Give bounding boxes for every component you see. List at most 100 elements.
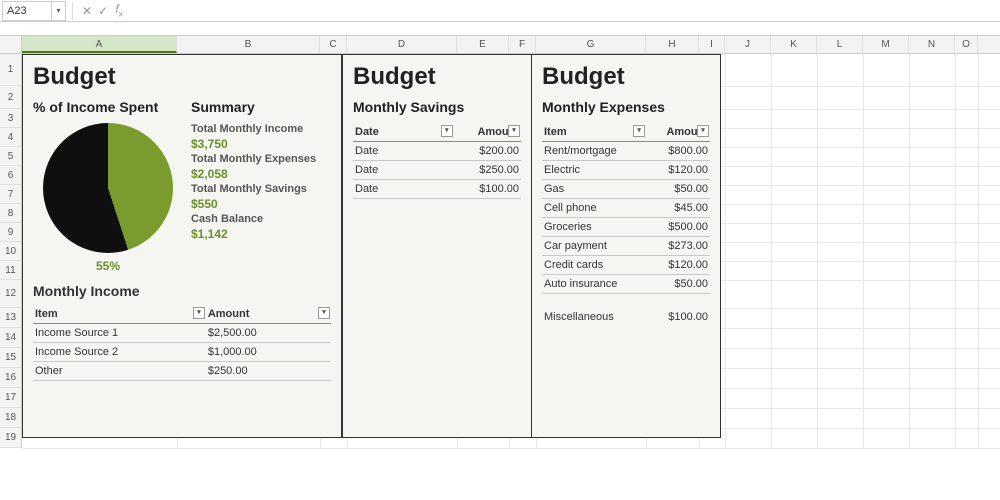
- col-amount[interactable]: Amount▾: [206, 305, 331, 324]
- col-header-D[interactable]: D: [347, 36, 457, 53]
- col-amount[interactable]: Amount▾: [646, 123, 710, 142]
- table-row[interactable]: Rent/mortgage$800.00: [542, 142, 710, 161]
- expenses-table: Item▾ Amount▾ Rent/mortgage$800.00Electr…: [542, 123, 710, 294]
- cell-date: Date: [353, 161, 454, 180]
- col-amount[interactable]: Amount▾: [454, 123, 521, 142]
- row-header-9[interactable]: 9: [0, 223, 21, 242]
- filter-icon[interactable]: ▾: [193, 307, 205, 319]
- table-row[interactable]: Auto insurance$50.00: [542, 275, 710, 294]
- table-row[interactable]: Date$200.00: [353, 142, 521, 161]
- filter-icon[interactable]: ▾: [318, 307, 330, 319]
- col-header-K[interactable]: K: [771, 36, 817, 53]
- col-header-L[interactable]: L: [817, 36, 863, 53]
- summary-value: $3,750: [191, 137, 331, 151]
- cell-item: Credit cards: [542, 256, 646, 275]
- select-all-corner[interactable]: [0, 36, 22, 53]
- cell-date: Date: [353, 142, 454, 161]
- col-header-A[interactable]: A: [22, 36, 177, 53]
- row-header-1[interactable]: 1: [0, 54, 21, 86]
- cell-item: Income Source 2: [33, 343, 206, 362]
- savings-header: Monthly Savings: [353, 99, 521, 115]
- name-box[interactable]: A23: [2, 1, 52, 21]
- summary-label: Cash Balance: [191, 213, 331, 225]
- col-date[interactable]: Date▾: [353, 123, 454, 142]
- pct-label: 55%: [33, 259, 183, 273]
- fx-icon[interactable]: fx: [111, 2, 127, 18]
- row-header-19[interactable]: 19: [0, 428, 21, 448]
- summary-header: Summary: [191, 99, 331, 115]
- cell-amount: $120.00: [646, 256, 710, 275]
- cell-item: Auto insurance: [542, 275, 646, 294]
- row-header-7[interactable]: 7: [0, 185, 21, 204]
- row-header-4[interactable]: 4: [0, 128, 21, 147]
- expenses-header: Monthly Expenses: [542, 99, 710, 115]
- col-header-H[interactable]: H: [646, 36, 699, 53]
- summary-value: $550: [191, 197, 331, 211]
- cell-amount: $1,000.00: [206, 343, 331, 362]
- table-row[interactable]: Date$100.00: [353, 180, 521, 199]
- column-headers: ABCDEFGHIJKLMNO: [0, 36, 1000, 54]
- income-header: Monthly Income: [33, 283, 331, 299]
- cell-amount: $800.00: [646, 142, 710, 161]
- panel-title: Budget: [353, 63, 521, 91]
- formula-bar-expand: [0, 22, 1000, 36]
- col-header-N[interactable]: N: [909, 36, 955, 53]
- table-row[interactable]: Other$250.00: [33, 362, 331, 381]
- misc-amount: $100.00: [646, 308, 710, 326]
- row-header-8[interactable]: 8: [0, 204, 21, 223]
- col-header-M[interactable]: M: [863, 36, 909, 53]
- filter-icon[interactable]: ▾: [633, 125, 645, 137]
- table-row[interactable]: Cell phone$45.00: [542, 199, 710, 218]
- cell-item: Car payment: [542, 237, 646, 256]
- sheet-body[interactable]: Budget % of Income Spent 55% Summary Tot…: [22, 54, 1000, 448]
- row-header-11[interactable]: 11: [0, 261, 21, 280]
- row-header-15[interactable]: 15: [0, 348, 21, 368]
- cancel-icon[interactable]: ✕: [79, 4, 95, 18]
- col-header-E[interactable]: E: [457, 36, 509, 53]
- table-row[interactable]: Income Source 1$2,500.00: [33, 324, 331, 343]
- col-item[interactable]: Item▾: [33, 305, 206, 324]
- budget-panel-savings: Budget Monthly Savings Date▾ Amount▾ Dat…: [342, 54, 532, 438]
- misc-row: Miscellaneous $100.00: [542, 308, 710, 326]
- table-row[interactable]: Credit cards$120.00: [542, 256, 710, 275]
- name-box-dropdown[interactable]: ▾: [52, 1, 66, 21]
- col-header-G[interactable]: G: [536, 36, 646, 53]
- col-header-B[interactable]: B: [177, 36, 320, 53]
- table-row[interactable]: Groceries$500.00: [542, 218, 710, 237]
- cell-item: Cell phone: [542, 199, 646, 218]
- col-header-J[interactable]: J: [725, 36, 771, 53]
- table-row[interactable]: Income Source 2$1,000.00: [33, 343, 331, 362]
- confirm-icon[interactable]: ✓: [95, 4, 111, 18]
- row-header-16[interactable]: 16: [0, 368, 21, 388]
- col-header-O[interactable]: O: [955, 36, 978, 53]
- row-header-18[interactable]: 18: [0, 408, 21, 428]
- row-header-10[interactable]: 10: [0, 242, 21, 261]
- row-header-3[interactable]: 3: [0, 109, 21, 128]
- row-header-6[interactable]: 6: [0, 166, 21, 185]
- separator: [72, 2, 73, 20]
- cell-amount: $100.00: [454, 180, 521, 199]
- table-row[interactable]: Car payment$273.00: [542, 237, 710, 256]
- table-row[interactable]: Gas$50.00: [542, 180, 710, 199]
- filter-icon[interactable]: ▾: [508, 125, 520, 137]
- summary-value: $2,058: [191, 167, 331, 181]
- filter-icon[interactable]: ▾: [697, 125, 709, 137]
- table-row[interactable]: Electric$120.00: [542, 161, 710, 180]
- row-header-17[interactable]: 17: [0, 388, 21, 408]
- formula-input[interactable]: [127, 1, 1000, 21]
- col-header-C[interactable]: C: [320, 36, 347, 53]
- col-header-F[interactable]: F: [509, 36, 536, 53]
- pie-chart: [43, 123, 173, 253]
- row-header-5[interactable]: 5: [0, 147, 21, 166]
- row-header-13[interactable]: 13: [0, 308, 21, 328]
- col-header-I[interactable]: I: [699, 36, 725, 53]
- cell-item: Groceries: [542, 218, 646, 237]
- filter-icon[interactable]: ▾: [441, 125, 453, 137]
- row-header-2[interactable]: 2: [0, 86, 21, 109]
- col-item[interactable]: Item▾: [542, 123, 646, 142]
- row-header-12[interactable]: 12: [0, 280, 21, 308]
- table-row[interactable]: Date$250.00: [353, 161, 521, 180]
- row-header-14[interactable]: 14: [0, 328, 21, 348]
- cell-amount: $120.00: [646, 161, 710, 180]
- cell-item: Income Source 1: [33, 324, 206, 343]
